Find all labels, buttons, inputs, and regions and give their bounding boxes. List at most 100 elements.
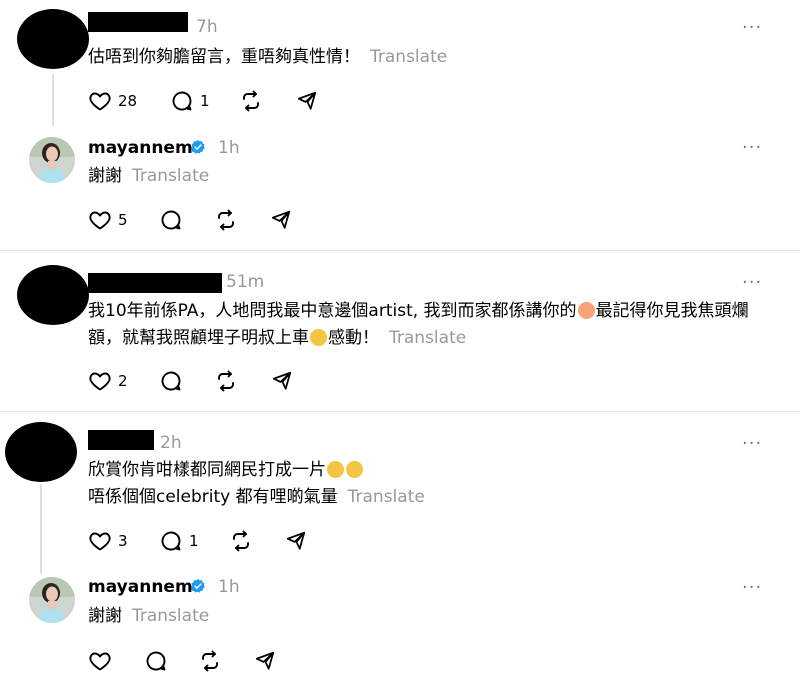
verified-badge-icon — [190, 578, 206, 594]
translate-link[interactable]: Translate — [370, 47, 447, 67]
reply-avatar[interactable] — [29, 137, 75, 183]
post-2: 51m ··· 我10年前係PA，人地問我最中意邊個artist, 我到而家都係… — [0, 251, 800, 411]
action-bar: 3 1 — [88, 528, 318, 554]
repost-icon — [214, 369, 238, 393]
reply-button[interactable] — [159, 368, 183, 394]
post-text: 我10年前係PA，人地問我最中意邊個artist, 我到而家都係講你的 最記得你見… — [88, 298, 749, 325]
like-button[interactable] — [88, 648, 112, 674]
share-icon — [285, 530, 307, 552]
repost-button[interactable] — [214, 207, 238, 233]
reply-time: 1h — [218, 138, 240, 158]
more-options-icon[interactable]: ··· — [742, 272, 762, 293]
redacted-username — [88, 430, 154, 450]
repost-button[interactable] — [198, 648, 222, 674]
more-options-icon[interactable]: ··· — [742, 17, 762, 38]
reply-avatar[interactable] — [29, 577, 75, 623]
rofl-emoji-icon — [346, 461, 363, 478]
share-button[interactable] — [296, 88, 318, 114]
repost-icon — [214, 208, 238, 232]
verified-badge-icon — [190, 139, 206, 155]
share-button[interactable] — [271, 368, 293, 394]
more-options-icon[interactable]: ··· — [742, 577, 762, 598]
share-icon — [271, 370, 293, 392]
translate-link[interactable]: Translate — [348, 487, 425, 507]
profile-photo — [29, 577, 75, 623]
post-time: 7h — [196, 17, 218, 37]
heart-icon — [88, 208, 112, 232]
like-button[interactable]: 5 — [88, 207, 128, 233]
heart-icon — [88, 369, 112, 393]
post-text-line: 欣賞你肯咁樣都同網民打成一片 — [88, 460, 326, 480]
reply-icon — [159, 208, 183, 232]
like-count: 3 — [118, 532, 128, 550]
reply-button[interactable]: 1 — [170, 88, 210, 114]
repost-button[interactable] — [239, 88, 263, 114]
action-bar: 28 1 — [88, 88, 328, 114]
reply-action-bar: 5 — [88, 207, 308, 233]
post-1: 7h ··· 估唔到你夠膽留言，重唔夠真性情！ Translate 28 1 ma… — [0, 0, 800, 250]
like-count: 5 — [118, 211, 128, 229]
translate-link[interactable]: Translate — [132, 166, 209, 186]
reply-text: 謝謝 Translate — [88, 603, 209, 630]
pleading-face-emoji-icon — [310, 329, 327, 346]
profile-photo — [29, 137, 75, 183]
reply-username[interactable]: mayannem — [88, 577, 193, 597]
reply-icon — [159, 529, 183, 553]
share-button[interactable] — [270, 207, 292, 233]
like-button[interactable]: 2 — [88, 368, 128, 394]
repost-button[interactable] — [214, 368, 238, 394]
reply-icon — [170, 89, 194, 113]
thread-line — [52, 74, 54, 126]
share-button[interactable] — [285, 528, 307, 554]
reply-text-content: 謝謝 — [88, 606, 122, 626]
post-text: 估唔到你夠膽留言，重唔夠真性情！ Translate — [88, 44, 447, 71]
reply-username[interactable]: mayannem — [88, 138, 193, 158]
post-text-line: 最記得你見我焦頭爛 — [595, 301, 749, 321]
action-bar: 2 — [88, 368, 308, 394]
share-icon — [254, 650, 276, 672]
repost-icon — [239, 89, 263, 113]
reply-time: 1h — [218, 577, 240, 597]
post-text-line: 感動！ — [328, 328, 379, 348]
post-text: 額，就幫我照顧埋子明叔上車 感動！ Translate — [88, 325, 466, 352]
more-options-icon[interactable]: ··· — [742, 137, 762, 158]
like-count: 28 — [118, 92, 138, 110]
post-text: 唔係個個celebrity 都有哩啲氣量 Translate — [88, 484, 425, 511]
share-icon — [270, 209, 292, 231]
reply-count: 1 — [200, 92, 210, 110]
reply-button[interactable] — [144, 648, 168, 674]
post-time: 51m — [226, 272, 265, 292]
post-time: 2h — [160, 433, 182, 453]
like-button[interactable]: 28 — [88, 88, 137, 114]
translate-link[interactable]: Translate — [389, 328, 466, 348]
rofl-emoji-icon — [327, 461, 344, 478]
post-3: 2h ··· 欣賞你肯咁樣都同網民打成一片 唔係個個celebrity 都有哩啲… — [0, 412, 800, 687]
reply-text: 謝謝 Translate — [88, 163, 209, 190]
more-options-icon[interactable]: ··· — [742, 433, 762, 454]
reply-button[interactable] — [159, 207, 183, 233]
post-text-line: 額，就幫我照顧埋子明叔上車 — [88, 328, 309, 348]
repost-button[interactable] — [229, 528, 253, 554]
avatar[interactable] — [5, 422, 77, 482]
like-count: 2 — [118, 372, 128, 390]
post-text: 欣賞你肯咁樣都同網民打成一片 — [88, 457, 364, 484]
reply-button[interactable]: 1 — [159, 528, 199, 554]
reply-icon — [144, 649, 168, 673]
repost-icon — [198, 649, 222, 673]
share-button[interactable] — [254, 648, 276, 674]
redacted-username — [88, 273, 222, 293]
like-button[interactable]: 3 — [88, 528, 128, 554]
repost-icon — [229, 529, 253, 553]
heart-icon — [88, 529, 112, 553]
avatar[interactable] — [17, 265, 89, 325]
translate-link[interactable]: Translate — [132, 606, 209, 626]
reply-text-content: 謝謝 — [88, 166, 122, 186]
post-text-line: 唔係個個celebrity 都有哩啲氣量 — [88, 487, 338, 507]
smiling-hearts-emoji-icon — [577, 302, 595, 319]
avatar[interactable] — [17, 9, 89, 69]
reply-count: 1 — [189, 532, 199, 550]
share-icon — [296, 90, 318, 112]
heart-icon — [88, 649, 112, 673]
post-text-line: 估唔到你夠膽留言，重唔夠真性情！ — [88, 47, 360, 67]
heart-icon — [88, 89, 112, 113]
